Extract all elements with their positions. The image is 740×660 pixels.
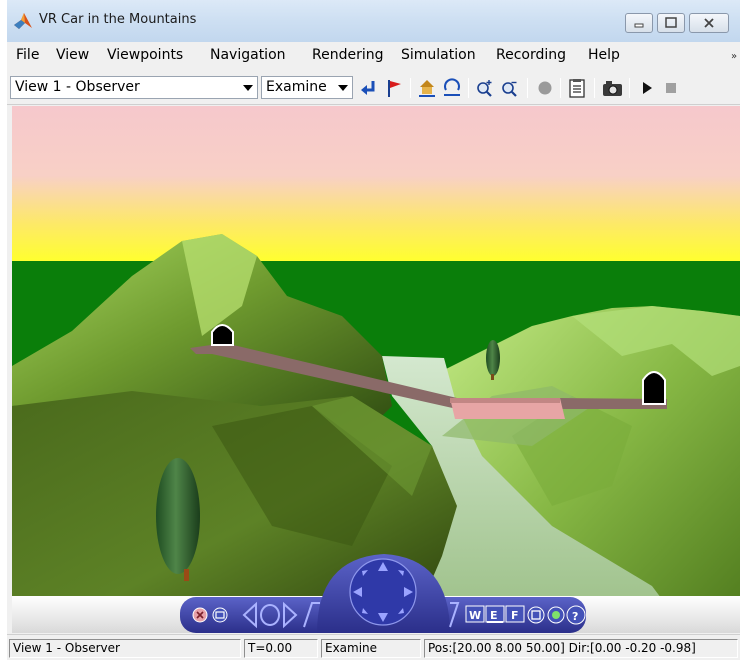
walk-mode-button[interactable]: W xyxy=(465,605,485,623)
minimize-icon xyxy=(634,23,644,28)
capture-frame-icon[interactable] xyxy=(601,78,624,98)
menu-navigation[interactable]: Navigation xyxy=(210,47,286,63)
zoom-in-icon[interactable] xyxy=(475,78,495,98)
fly-mode-button[interactable]: F xyxy=(505,605,525,623)
record-icon[interactable] xyxy=(535,78,555,98)
viewpoint-dropdown-value: View 1 - Observer xyxy=(15,79,140,95)
left-tunnel xyxy=(211,324,234,346)
3d-scene-viewport[interactable]: W E F ? xyxy=(12,106,740,633)
toolbar: View 1 - Observer Examine xyxy=(7,72,740,105)
title-bar[interactable]: VR Car in the Mountains xyxy=(7,0,740,42)
preferences-icon[interactable] xyxy=(567,78,587,98)
right-tunnel xyxy=(642,371,666,405)
straighten-icon[interactable] xyxy=(527,606,545,624)
close-window-button[interactable] xyxy=(689,13,729,33)
foreground-tree xyxy=(156,458,200,574)
return-to-viewpoint-icon[interactable] xyxy=(359,78,379,98)
distant-tree xyxy=(486,340,500,376)
menu-viewpoints[interactable]: Viewpoints xyxy=(107,47,183,63)
navigation-mode-dropdown[interactable]: Examine xyxy=(261,76,353,99)
zoom-out-icon[interactable] xyxy=(500,78,520,98)
help-label: ? xyxy=(572,610,578,623)
close-icon xyxy=(704,18,714,28)
menu-bar: File View Viewpoints Navigation Renderin… xyxy=(7,42,740,72)
stop-icon[interactable] xyxy=(661,78,681,98)
sky xyxy=(12,106,740,261)
status-viewpoint: View 1 - Observer xyxy=(9,639,241,658)
menu-rendering[interactable]: Rendering xyxy=(312,47,384,63)
minimize-window-button[interactable] xyxy=(625,13,653,33)
application-window: VR Car in the Mountains File View Viewpo… xyxy=(7,0,740,660)
create-viewpoint-icon[interactable] xyxy=(384,78,404,98)
viewpoint-dropdown[interactable]: View 1 - Observer xyxy=(10,76,258,99)
chevron-down-icon xyxy=(243,85,253,91)
walk-label: W xyxy=(469,609,481,622)
menu-file[interactable]: File xyxy=(16,47,39,63)
help-button[interactable]: ? xyxy=(566,605,586,625)
mountain-scene[interactable]: W E F ? xyxy=(12,106,740,633)
maximize-icon xyxy=(665,17,677,28)
status-bar: View 1 - Observer T=0.00 Examine Pos:[20… xyxy=(7,634,740,660)
menu-recording[interactable]: Recording xyxy=(496,47,566,63)
maximize-window-button[interactable] xyxy=(657,13,685,33)
navigation-mode-dropdown-value: Examine xyxy=(266,79,327,95)
menu-help[interactable]: Help xyxy=(588,47,620,63)
fly-label: F xyxy=(511,609,519,622)
examine-label: E xyxy=(490,609,498,622)
menu-overflow-chevron[interactable]: » xyxy=(731,51,737,62)
menu-simulation[interactable]: Simulation xyxy=(401,47,476,63)
chevron-down-icon xyxy=(338,85,348,91)
go-to-home-icon[interactable] xyxy=(417,78,437,98)
status-time: T=0.00 xyxy=(244,639,318,658)
minimize-icon[interactable] xyxy=(212,607,228,623)
menu-view[interactable]: View xyxy=(56,47,89,63)
play-icon[interactable] xyxy=(637,78,657,98)
examine-mode-button[interactable]: E xyxy=(485,605,505,623)
straighten-up-icon[interactable] xyxy=(442,78,462,98)
matlab-logo-icon xyxy=(14,13,32,29)
status-mode: Examine xyxy=(321,639,421,658)
status-position: Pos:[20.00 8.00 50.00] Dir:[0.00 -0.20 -… xyxy=(424,639,738,658)
window-title: VR Car in the Mountains xyxy=(39,12,197,27)
